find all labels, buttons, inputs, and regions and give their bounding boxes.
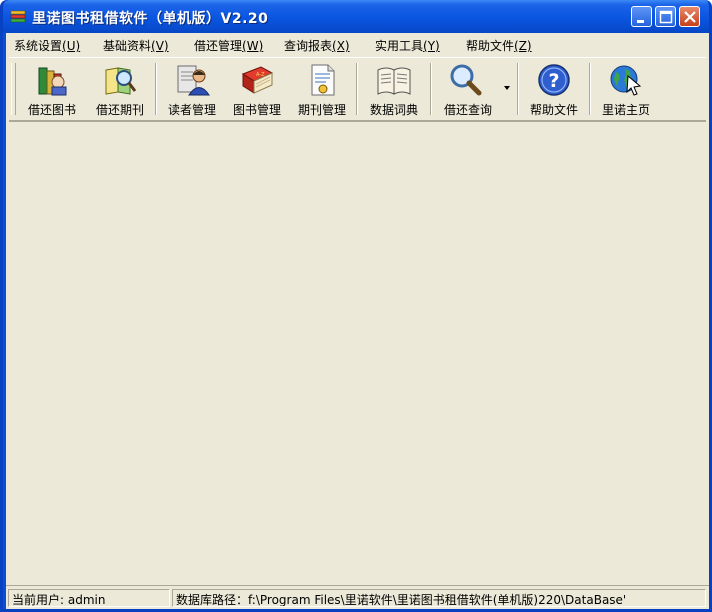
menu-shortcut: (V)	[151, 39, 169, 53]
toolbar-separator	[155, 63, 157, 115]
tool-periodical-management-button[interactable]: 期刊管理	[290, 62, 354, 118]
open-book-icon	[377, 67, 411, 95]
menu-lending[interactable]: 借还管理(W)	[194, 37, 263, 54]
toolbar-separator	[517, 63, 519, 115]
menu-bar: 系统设置(U) 基础资料(V) 借还管理(W) 查询报表(X) 实用工具(Y) …	[6, 33, 709, 55]
tool-lending-query-button[interactable]: 借还查询	[434, 62, 514, 118]
menu-reports[interactable]: 查询报表(X)	[284, 37, 350, 54]
menu-tools[interactable]: 实用工具(Y)	[375, 37, 440, 54]
menu-shortcut: (U)	[62, 39, 81, 53]
close-button[interactable]	[679, 6, 700, 27]
maximize-icon	[659, 10, 673, 24]
menu-label: 实用工具	[375, 39, 424, 53]
tool-label: 帮助文件	[529, 103, 578, 117]
tool-label: 期刊管理	[297, 103, 346, 117]
status-db-path: 数据库路径：f:\Program Files\里诺软件\里诺图书租借软件(单机版…	[176, 593, 627, 607]
tool-book-management-button[interactable]: A-Z 图书管理	[225, 62, 289, 118]
window-title: 里诺图书租借软件（单机版）V2.20	[32, 11, 269, 27]
svg-text:?: ?	[548, 70, 559, 92]
tool-label: 借还查询	[443, 103, 492, 117]
tool-label: 借还图书	[27, 103, 76, 117]
status-bar: 当前用户: admin 数据库路径：f:\Program Files\里诺软件\…	[6, 585, 709, 609]
menu-label: 帮助文件	[466, 39, 515, 53]
magazine-magnifier-icon	[105, 67, 137, 95]
document-icon	[311, 64, 335, 96]
chevron-down-icon[interactable]	[504, 86, 510, 90]
menu-label: 系统设置	[14, 39, 63, 53]
menu-label: 查询报表	[284, 39, 333, 53]
help-icon: ?	[538, 64, 570, 96]
tool-homepage-button[interactable]: 里诺主页	[593, 62, 659, 118]
tool-label: 里诺主页	[601, 103, 650, 117]
menu-shortcut: (W)	[242, 39, 264, 53]
reader-person-icon	[177, 65, 210, 96]
status-user-panel: 当前用户: admin	[8, 589, 170, 607]
menu-shortcut: (X)	[332, 39, 350, 53]
minimize-button[interactable]	[631, 6, 652, 27]
tool-data-dictionary-button[interactable]: 数据词典	[361, 62, 427, 118]
tool-lend-books-button[interactable]: 借还图书	[19, 62, 85, 118]
tool-help-button[interactable]: ? 帮助文件	[521, 62, 587, 118]
toolbar-separator	[430, 63, 432, 115]
globe-cursor-icon	[610, 65, 642, 96]
client-area: 系统设置(U) 基础资料(V) 借还管理(W) 查询报表(X) 实用工具(Y) …	[6, 33, 709, 609]
tool-label: 借还期刊	[95, 103, 144, 117]
tool-lend-periodicals-button[interactable]: 借还期刊	[87, 62, 153, 118]
menu-system-settings[interactable]: 系统设置(U)	[14, 37, 80, 54]
tool-reader-management-button[interactable]: 读者管理	[160, 62, 224, 118]
app-window: 里诺图书租借软件（单机版）V2.20 系统设置(U) 基础资料(V) 借还管理(…	[0, 0, 712, 612]
menu-label: 借还管理	[194, 39, 243, 53]
tool-label: 读者管理	[167, 103, 216, 117]
svg-text:A-Z: A-Z	[256, 72, 265, 78]
magnifier-icon	[450, 64, 482, 96]
menu-help[interactable]: 帮助文件(Z)	[466, 37, 532, 54]
status-db-path-panel: 数据库路径：f:\Program Files\里诺软件\里诺图书租借软件(单机版…	[172, 589, 706, 607]
book-stack-icon	[38, 67, 67, 96]
maximize-button[interactable]	[655, 6, 676, 27]
toolbar: 借还图书 借还期刊 读者管理 A-Z 图书管理 期刊管理 数据词典 借还查询 ?…	[9, 57, 706, 121]
title-bar[interactable]: 里诺图书租借软件（单机版）V2.20	[3, 0, 709, 33]
menu-basic-data[interactable]: 基础资料(V)	[103, 37, 169, 54]
menu-label: 基础资料	[103, 39, 152, 53]
toolbar-grip[interactable]	[11, 63, 16, 115]
red-book-icon: A-Z	[241, 66, 274, 94]
toolbar-separator	[589, 63, 591, 115]
minimize-icon	[637, 20, 644, 23]
toolbar-separator	[356, 63, 358, 115]
close-icon	[684, 11, 696, 23]
menu-shortcut: (Z)	[514, 39, 532, 53]
menu-shortcut: (Y)	[423, 39, 440, 53]
status-user: 当前用户: admin	[12, 593, 106, 607]
tool-label: 数据词典	[369, 103, 418, 117]
tool-label: 图书管理	[232, 103, 281, 117]
app-books-icon	[10, 10, 26, 23]
mdi-workspace[interactable]	[9, 121, 706, 584]
